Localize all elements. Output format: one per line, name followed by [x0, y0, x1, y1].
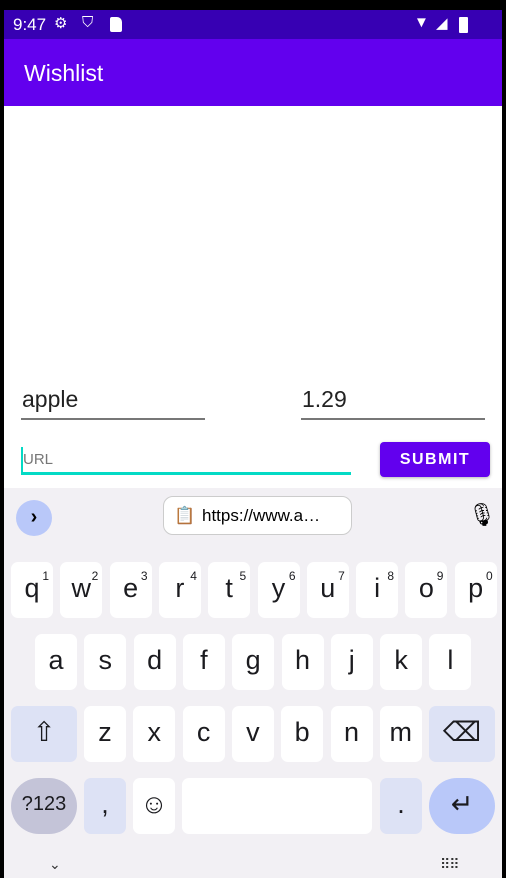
key-d[interactable]: d [133, 634, 176, 690]
key-z[interactable]: z [84, 706, 126, 762]
key-label: m [389, 717, 413, 747]
key-number-hint: 5 [239, 569, 247, 583]
key-label: u [320, 573, 336, 603]
key-s[interactable]: s [84, 634, 127, 690]
key-number-hint: 8 [387, 569, 395, 583]
key-label: k [394, 645, 408, 675]
hide-keyboard-icon[interactable]: ⌄ [49, 856, 61, 873]
app-title: Wishlist [24, 60, 104, 86]
key-label: e [123, 573, 139, 603]
key-label: r [175, 573, 185, 603]
key-label: l [447, 645, 454, 675]
period-key[interactable]: . [380, 778, 422, 834]
key-b[interactable]: b [281, 706, 324, 762]
key-y[interactable]: y6 [257, 562, 300, 618]
emoji-key[interactable]: ☺ [133, 778, 175, 834]
wifi-icon: ▼ [414, 14, 429, 31]
key-label: h [294, 645, 311, 675]
key-number-hint: 2 [91, 569, 99, 583]
clipboard-icon: 📋 [174, 506, 196, 525]
backspace-key[interactable]: ⌫ [429, 706, 495, 762]
key-label: p [468, 573, 484, 603]
key-number-hint: 9 [436, 569, 444, 583]
key-m[interactable]: m [379, 706, 422, 762]
symbols-key[interactable]: ?123 [11, 778, 77, 834]
key-label: t [225, 573, 233, 603]
key-g[interactable]: g [232, 634, 275, 690]
item-price-input[interactable]: 1.29 [301, 386, 485, 420]
space-key[interactable] [182, 778, 372, 834]
battery-icon [459, 17, 468, 33]
app-bar: Wishlist [4, 39, 502, 106]
key-n[interactable]: n [330, 706, 373, 762]
key-e[interactable]: e3 [109, 562, 152, 618]
key-label: s [98, 645, 113, 675]
key-q[interactable]: q1 [11, 562, 53, 618]
key-x[interactable]: x [133, 706, 176, 762]
item-name-input[interactable]: apple [21, 386, 205, 420]
key-label: z [98, 717, 112, 747]
shift-key[interactable]: ⇧ [11, 706, 77, 762]
key-number-hint: 7 [338, 569, 345, 583]
key-t[interactable]: t5 [208, 562, 251, 618]
key-number-hint: 3 [140, 569, 148, 583]
key-label: f [200, 645, 208, 675]
status-bar: 9:47 ⚙ ⛉ ▼ ◢ [4, 10, 502, 39]
key-l[interactable]: l [429, 634, 472, 690]
key-u[interactable]: u7 [306, 562, 349, 618]
signal-icon: ◢ [436, 15, 448, 32]
clock: 9:47 [13, 15, 47, 34]
key-a[interactable]: a [35, 634, 77, 690]
microphone-icon[interactable]: 🎙 [468, 502, 496, 528]
key-p[interactable]: p0 [454, 562, 497, 618]
key-h[interactable]: h [281, 634, 324, 690]
key-label: n [343, 717, 360, 747]
submit-button[interactable]: SUBMIT [380, 442, 490, 477]
key-label: d [147, 645, 163, 675]
keyboard-switch-icon[interactable]: ⠿⠿ [440, 856, 459, 873]
key-f[interactable]: f [182, 634, 225, 690]
comma-key[interactable]: , [84, 778, 126, 834]
shield-play-icon: ⛉ [82, 14, 94, 31]
key-o[interactable]: o9 [405, 562, 448, 618]
clipboard-suggestion[interactable]: 📋 https://www.a… [163, 496, 352, 535]
key-label: x [147, 717, 162, 747]
key-label: i [374, 573, 381, 603]
key-k[interactable]: k [380, 634, 423, 690]
key-c[interactable]: c [182, 706, 225, 762]
key-number-hint: 0 [486, 569, 493, 583]
keyboard: › 📋 https://www.a… 🎙 q1w2e3r4t5y6u7i8o9p… [4, 488, 502, 878]
key-number-hint: 4 [190, 569, 197, 583]
enter-key[interactable]: ↵ [429, 778, 495, 834]
key-j[interactable]: j [330, 634, 373, 690]
phone-screen: 9:47 ⚙ ⛉ ▼ ◢ Wishlist apple 1.29 URL SUB… [4, 10, 502, 878]
key-label: v [246, 717, 260, 747]
chevron-right-icon[interactable]: › [16, 500, 52, 536]
key-w[interactable]: w2 [60, 562, 103, 618]
key-number-hint: 1 [42, 569, 49, 583]
sd-card-icon [110, 17, 122, 32]
url-input[interactable]: URL [21, 447, 351, 475]
key-label: g [245, 645, 261, 675]
key-number-hint: 6 [288, 569, 296, 583]
key-r[interactable]: r4 [158, 562, 201, 618]
key-label: a [48, 645, 64, 675]
key-label: y [271, 573, 286, 603]
key-v[interactable]: v [231, 706, 274, 762]
key-label: c [196, 717, 211, 747]
key-i[interactable]: i8 [356, 562, 399, 618]
key-label: q [24, 573, 40, 603]
clipboard-text: https://www.a… [202, 506, 321, 525]
key-label: o [418, 573, 434, 603]
gear-icon: ⚙ [54, 15, 68, 32]
key-label: j [348, 645, 355, 675]
key-label: b [294, 717, 310, 747]
key-label: w [71, 573, 92, 603]
